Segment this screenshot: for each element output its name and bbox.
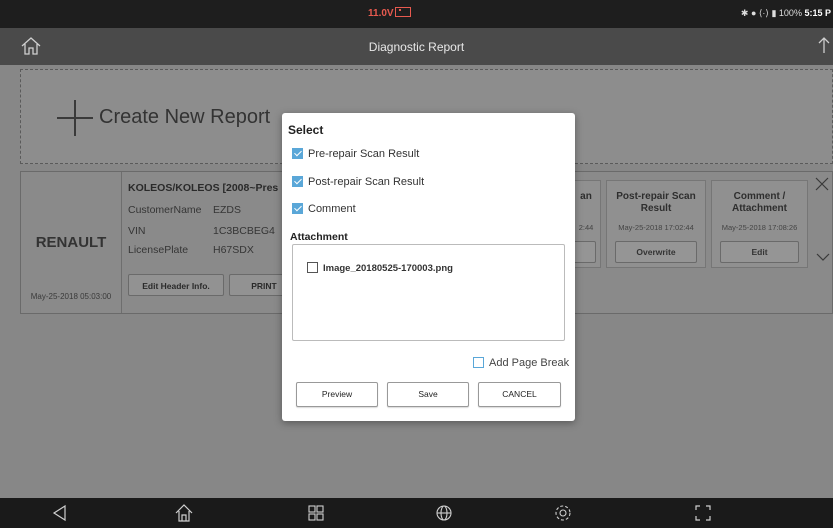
field-value: EZDS xyxy=(213,204,242,216)
screenshot-icon[interactable] xyxy=(693,503,713,523)
back-icon[interactable] xyxy=(50,503,70,523)
tile-date: May-25-2018 17:02:44 xyxy=(618,223,694,232)
option-label: Add Page Break xyxy=(489,357,570,369)
add-page-break-option[interactable]: Add Page Break xyxy=(473,357,569,369)
system-status: ✱ ● ⟨·⟩ ▮ 100% 5:15 P xyxy=(741,8,831,19)
status-bar: 11.0V ✱ ● ⟨·⟩ ▮ 100% 5:15 P xyxy=(0,0,833,28)
field-key: CustomerName xyxy=(128,204,202,216)
field-value: H67SDX xyxy=(213,244,254,256)
upload-icon[interactable] xyxy=(815,36,833,56)
edit-button[interactable]: Edit xyxy=(720,241,799,263)
bluetooth-icon: ✱ xyxy=(740,8,749,18)
checkbox-checked[interactable] xyxy=(292,176,303,187)
car-battery-icon xyxy=(395,7,411,17)
attachment-list[interactable]: Image_20180525-170003.png xyxy=(292,244,565,341)
field-key: LicensePlate xyxy=(128,244,189,256)
battery-icon: ▮ xyxy=(771,8,777,18)
comment-attachment-tile[interactable]: Comment / Attachment May-25-2018 17:08:2… xyxy=(711,180,808,268)
battery-level: 100% xyxy=(778,8,802,18)
chevron-down-icon[interactable] xyxy=(816,252,830,262)
brand-name: RENAULT xyxy=(35,234,107,251)
globe-icon[interactable] xyxy=(434,503,454,523)
clock: 5:15 P xyxy=(804,8,831,18)
tile-title: Comment / Attachment xyxy=(731,191,787,214)
do-not-disturb-icon: ● xyxy=(750,8,757,18)
comment-option[interactable]: Comment xyxy=(292,203,356,215)
attachment-item[interactable]: Image_20180525-170003.png xyxy=(307,262,453,274)
option-label: Post-repair Scan Result xyxy=(308,176,425,188)
attachment-filename: Image_20180525-170003.png xyxy=(323,263,453,274)
license-plate-field: LicensePlate H67SDX xyxy=(128,244,254,256)
dialog-title: Select xyxy=(288,123,324,137)
cancel-button[interactable]: CANCEL xyxy=(478,382,561,407)
recent-apps-icon[interactable] xyxy=(306,503,326,523)
save-button[interactable]: Save xyxy=(387,382,469,407)
create-new-report-label: Create New Report xyxy=(99,106,271,128)
signal-icon: ⟨·⟩ xyxy=(758,8,769,18)
brand-panel: RENAULT May-25-2018 05:03:00 xyxy=(21,172,122,313)
option-label: Comment xyxy=(308,203,356,215)
tile-date: May-25-2018 17:08:26 xyxy=(721,223,798,232)
report-date: May-25-2018 05:03:00 xyxy=(30,292,112,301)
field-key: VIN xyxy=(128,225,146,237)
overwrite-button[interactable]: Overwrite xyxy=(615,241,697,263)
checkbox-unchecked[interactable] xyxy=(307,262,318,273)
voltage-readout: 11.0V xyxy=(368,8,394,19)
tile-title: an xyxy=(580,191,592,202)
vin-field: VIN 1C3BCBEG4 xyxy=(128,225,275,237)
close-icon[interactable] xyxy=(815,177,829,191)
tile-date: 2:44 xyxy=(578,223,594,232)
checkbox-checked[interactable] xyxy=(292,203,303,214)
checkbox-unchecked[interactable] xyxy=(473,357,484,368)
edit-header-info-button[interactable]: Edit Header Info. xyxy=(128,274,224,296)
post-repair-option[interactable]: Post-repair Scan Result xyxy=(292,176,424,188)
pre-repair-tile[interactable]: an 2:44 xyxy=(571,180,601,268)
attachment-label: Attachment xyxy=(290,231,348,243)
preview-button[interactable]: Preview xyxy=(296,382,378,407)
option-label: Pre-repair Scan Result xyxy=(308,148,420,160)
field-value: 1C3BCBEG4 xyxy=(213,225,275,237)
post-repair-tile[interactable]: Post-repair Scan Result May-25-2018 17:0… xyxy=(606,180,706,268)
vehicle-model: KOLEOS/KOLEOS [2008~Pres xyxy=(128,182,279,194)
home-icon[interactable] xyxy=(174,503,194,523)
settings-icon[interactable] xyxy=(553,503,573,523)
title-bar: Diagnostic Report xyxy=(0,28,833,65)
customer-name-field: CustomerName EZDS xyxy=(128,204,241,216)
tile-button[interactable] xyxy=(572,241,596,263)
checkbox-checked[interactable] xyxy=(292,148,303,159)
navigation-bar xyxy=(0,498,833,528)
plus-icon xyxy=(57,100,93,136)
page-title: Diagnostic Report xyxy=(368,40,465,54)
tile-title: Post-repair Scan Result xyxy=(616,191,696,214)
select-dialog: Select Pre-repair Scan Result Post-repai… xyxy=(282,113,575,421)
pre-repair-option[interactable]: Pre-repair Scan Result xyxy=(292,148,419,160)
